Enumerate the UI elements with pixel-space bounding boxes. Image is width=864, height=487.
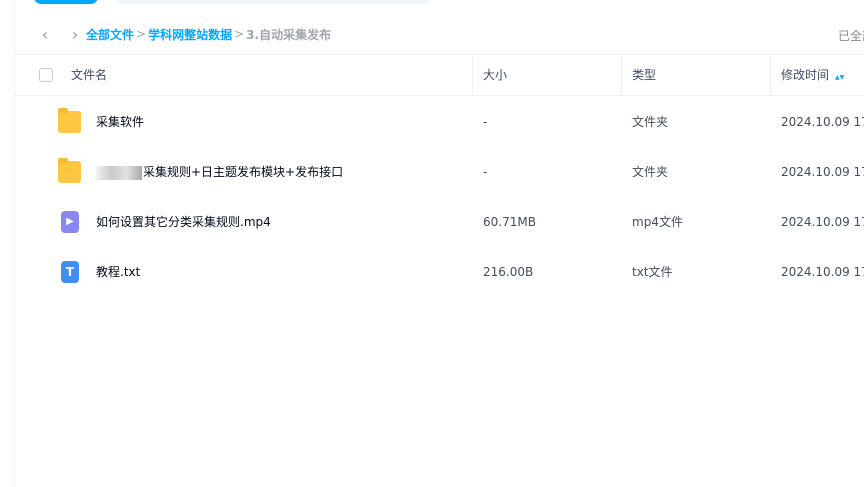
breadcrumb-separator: > bbox=[136, 27, 147, 41]
header-name[interactable]: 文件名 bbox=[71, 55, 107, 96]
folder-icon bbox=[58, 108, 81, 133]
file-size: - bbox=[483, 165, 488, 179]
file-modified: 2024.10.09 17: bbox=[781, 165, 864, 179]
breadcrumb-all-files[interactable]: 全部文件 bbox=[86, 26, 134, 43]
folder-icon bbox=[58, 158, 81, 183]
search-input[interactable] bbox=[115, 0, 431, 4]
header-size[interactable]: 大小 bbox=[472, 55, 622, 96]
header-modified[interactable]: 修改时间 ▲▼ bbox=[770, 55, 864, 96]
table-row[interactable]: ▶ 如何设置其它分类采集规则.mp4 60.71MB mp4文件 2024.10… bbox=[15, 197, 864, 247]
header-modified-label: 修改时间 bbox=[781, 68, 830, 82]
back-icon[interactable]: ‹ bbox=[30, 25, 60, 44]
redacted-blur bbox=[96, 165, 142, 180]
file-size: - bbox=[483, 115, 488, 129]
file-name[interactable]: 如何设置其它分类采集规则.mp4 bbox=[96, 197, 271, 247]
file-type: txt文件 bbox=[632, 265, 673, 279]
table-row[interactable]: 采集软件 - 文件夹 2024.10.09 17: bbox=[15, 97, 864, 147]
text-file-icon: T bbox=[61, 261, 79, 283]
file-type: 文件夹 bbox=[632, 115, 669, 129]
file-size: 60.71MB bbox=[483, 215, 536, 229]
upload-button[interactable] bbox=[34, 0, 98, 4]
sort-icon[interactable]: ▲▼ bbox=[835, 74, 844, 81]
load-status: 已全部加载 bbox=[838, 29, 864, 43]
video-file-icon: ▶ bbox=[61, 211, 79, 233]
breadcrumb-current: 3.自动采集发布 bbox=[246, 27, 332, 42]
file-name[interactable]: 采集规则+日主题发布模块+发布接口 bbox=[96, 147, 343, 197]
file-name[interactable]: 采集软件 bbox=[96, 97, 144, 147]
breadcrumb: ‹ › 全部文件 > 学科网整站数据 > 3.自动采集发布 bbox=[30, 24, 331, 44]
file-type: mp4文件 bbox=[632, 215, 683, 229]
file-name[interactable]: 教程.txt bbox=[96, 247, 140, 297]
table-row[interactable]: 采集规则+日主题发布模块+发布接口 - 文件夹 2024.10.09 17: bbox=[15, 147, 864, 197]
select-all-checkbox[interactable] bbox=[39, 68, 53, 82]
file-type: 文件夹 bbox=[632, 165, 669, 179]
table-header: 文件名 大小 类型 修改时间 ▲▼ bbox=[15, 54, 864, 96]
breadcrumb-separator: > bbox=[234, 27, 245, 41]
file-modified: 2024.10.09 17: bbox=[781, 115, 864, 129]
table-row[interactable]: T 教程.txt 216.00B txt文件 2024.10.09 17: bbox=[15, 247, 864, 297]
breadcrumb-folder[interactable]: 学科网整站数据 bbox=[148, 26, 232, 43]
file-modified: 2024.10.09 17: bbox=[781, 215, 864, 229]
file-size: 216.00B bbox=[483, 265, 534, 279]
header-type[interactable]: 类型 bbox=[621, 55, 771, 96]
file-modified: 2024.10.09 17: bbox=[781, 265, 864, 279]
